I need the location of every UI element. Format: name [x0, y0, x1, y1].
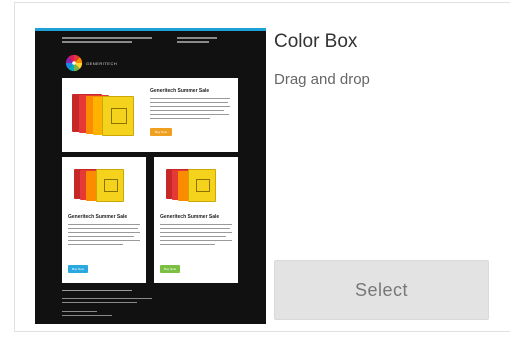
column-buy-button: Buy Now	[160, 265, 180, 273]
select-button[interactable]: Select	[274, 260, 489, 320]
accent-bar	[35, 28, 266, 31]
color-wheel-icon	[65, 54, 83, 72]
body-text-line	[68, 244, 123, 245]
column-title: Generitech Summer Sale	[68, 214, 128, 220]
hero-panel: Generitech Summer Sale Buy Now	[62, 78, 238, 152]
footer-fineprint	[62, 298, 152, 299]
body-text-line	[150, 110, 224, 111]
product-image	[72, 90, 142, 140]
column-panel-right: Generitech Summer Sale Buy Now	[154, 157, 238, 283]
template-description: Drag and drop	[274, 71, 370, 88]
column-title: Generitech Summer Sale	[160, 214, 220, 220]
body-text-line	[150, 114, 229, 115]
body-text-line	[160, 228, 230, 229]
body-text-line	[160, 236, 226, 237]
body-text-line	[160, 232, 232, 233]
footer-links	[62, 290, 132, 291]
column-panel-left: Generitech Summer Sale Buy Now	[62, 157, 146, 283]
body-text-line	[150, 98, 230, 99]
header-fineprint	[62, 41, 132, 43]
body-text-line	[68, 224, 140, 225]
body-text-line	[68, 232, 140, 233]
body-text-line	[68, 240, 140, 241]
footer-fineprint	[62, 302, 137, 303]
body-text-line	[150, 106, 230, 107]
body-text-line	[160, 240, 232, 241]
brand-logo: GENERITECH	[65, 54, 117, 72]
body-text-line	[68, 236, 134, 237]
template-name: Color Box	[274, 31, 358, 52]
column-buy-button: Buy Now	[68, 265, 88, 273]
product-image	[74, 165, 134, 205]
footer-fineprint	[62, 311, 97, 312]
hero-title: Generitech Summer Sale	[150, 88, 210, 94]
product-image	[166, 165, 226, 205]
body-text-line	[150, 118, 210, 119]
template-thumbnail: GENERITECH Generitech Summer Sale Buy No…	[35, 28, 266, 324]
body-text-line	[150, 102, 228, 103]
header-fineprint	[177, 37, 217, 39]
footer-fineprint	[62, 315, 112, 316]
body-text-line	[160, 244, 215, 245]
body-text-line	[68, 228, 138, 229]
header-fineprint	[177, 41, 209, 43]
hero-buy-button: Buy Now	[150, 128, 172, 136]
header-fineprint	[62, 37, 152, 39]
template-card: GENERITECH Generitech Summer Sale Buy No…	[14, 2, 510, 332]
brand-name: GENERITECH	[86, 60, 118, 66]
body-text-line	[160, 224, 232, 225]
